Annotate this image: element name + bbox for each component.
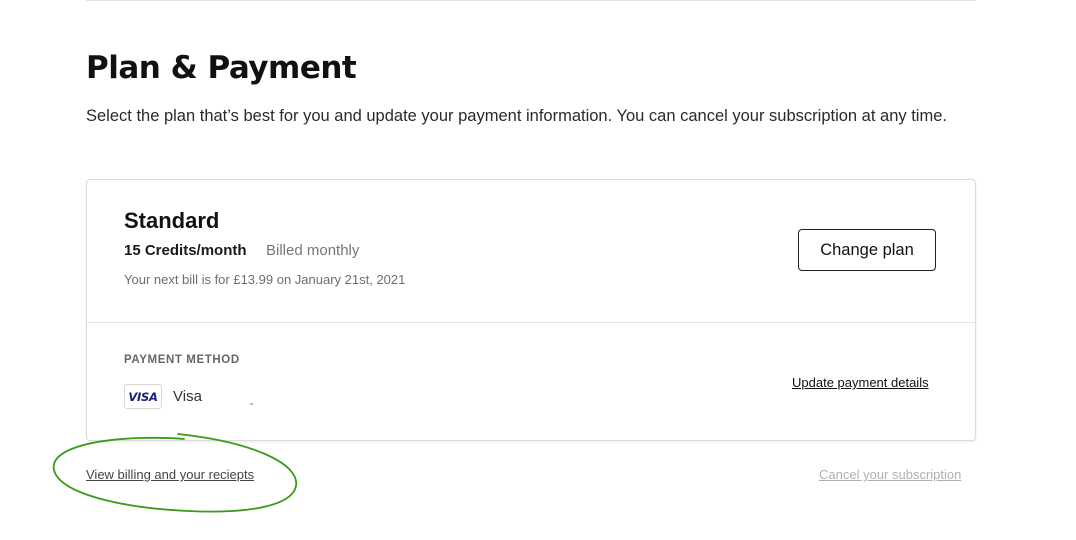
payment-method-section: PAYMENT METHOD VISA Visa Update payment … xyxy=(87,323,975,440)
cancel-subscription-link[interactable]: Cancel your subscription xyxy=(819,467,961,482)
page-description: Select the plan that’s best for you and … xyxy=(86,107,947,125)
page-title: Plan & Payment xyxy=(86,50,357,86)
plan-payment-page: Plan & Payment Select the plan that’s be… xyxy=(0,0,1076,540)
plan-section: Standard 15 Credits/month Billed monthly… xyxy=(87,180,975,323)
change-plan-button[interactable]: Change plan xyxy=(798,229,936,271)
masked-card-number xyxy=(250,403,253,405)
plan-name: Standard xyxy=(124,208,220,233)
plan-credits: 15 Credits/month xyxy=(124,242,247,259)
card-brand-name: Visa xyxy=(173,388,202,405)
next-bill-text: Your next bill is for £13.99 on January … xyxy=(124,272,406,287)
top-divider xyxy=(86,0,976,1)
update-payment-details-link[interactable]: Update payment details xyxy=(792,375,929,390)
plan-billing-frequency: Billed monthly xyxy=(266,242,360,259)
visa-card-icon: VISA xyxy=(124,384,162,409)
payment-method-label: PAYMENT METHOD xyxy=(124,354,240,366)
plan-payment-card: Standard 15 Credits/month Billed monthly… xyxy=(86,179,976,441)
view-billing-link[interactable]: View billing and your reciepts xyxy=(86,467,254,482)
